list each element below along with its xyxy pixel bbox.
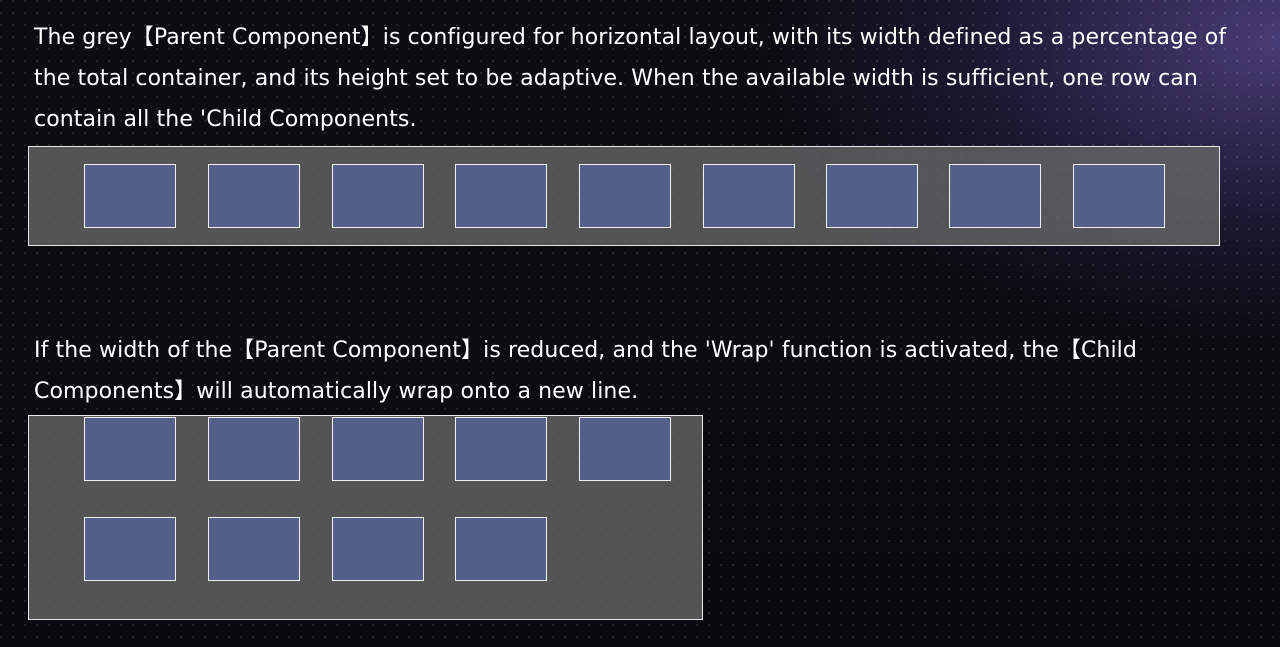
child-component [455, 517, 547, 581]
explanation-text-wrapped: If the width of the【Parent Component】is … [34, 338, 1137, 404]
child-component [579, 164, 671, 228]
parent-component-single-row [28, 146, 1220, 246]
child-component [949, 164, 1041, 228]
child-component [208, 417, 300, 481]
child-component [455, 164, 547, 228]
child-component [1073, 164, 1165, 228]
child-component [84, 164, 176, 228]
child-component [208, 164, 300, 228]
child-component [826, 164, 918, 228]
child-component [84, 517, 176, 581]
child-component [208, 517, 300, 581]
explanation-text-single-row: The grey【Parent Component】is configured … [34, 25, 1227, 132]
child-component [332, 517, 424, 581]
child-component [332, 164, 424, 228]
child-component [703, 164, 795, 228]
child-component [579, 417, 671, 481]
child-component [84, 417, 176, 481]
child-component [455, 417, 547, 481]
parent-component-wrapped [28, 415, 703, 620]
child-component [332, 417, 424, 481]
